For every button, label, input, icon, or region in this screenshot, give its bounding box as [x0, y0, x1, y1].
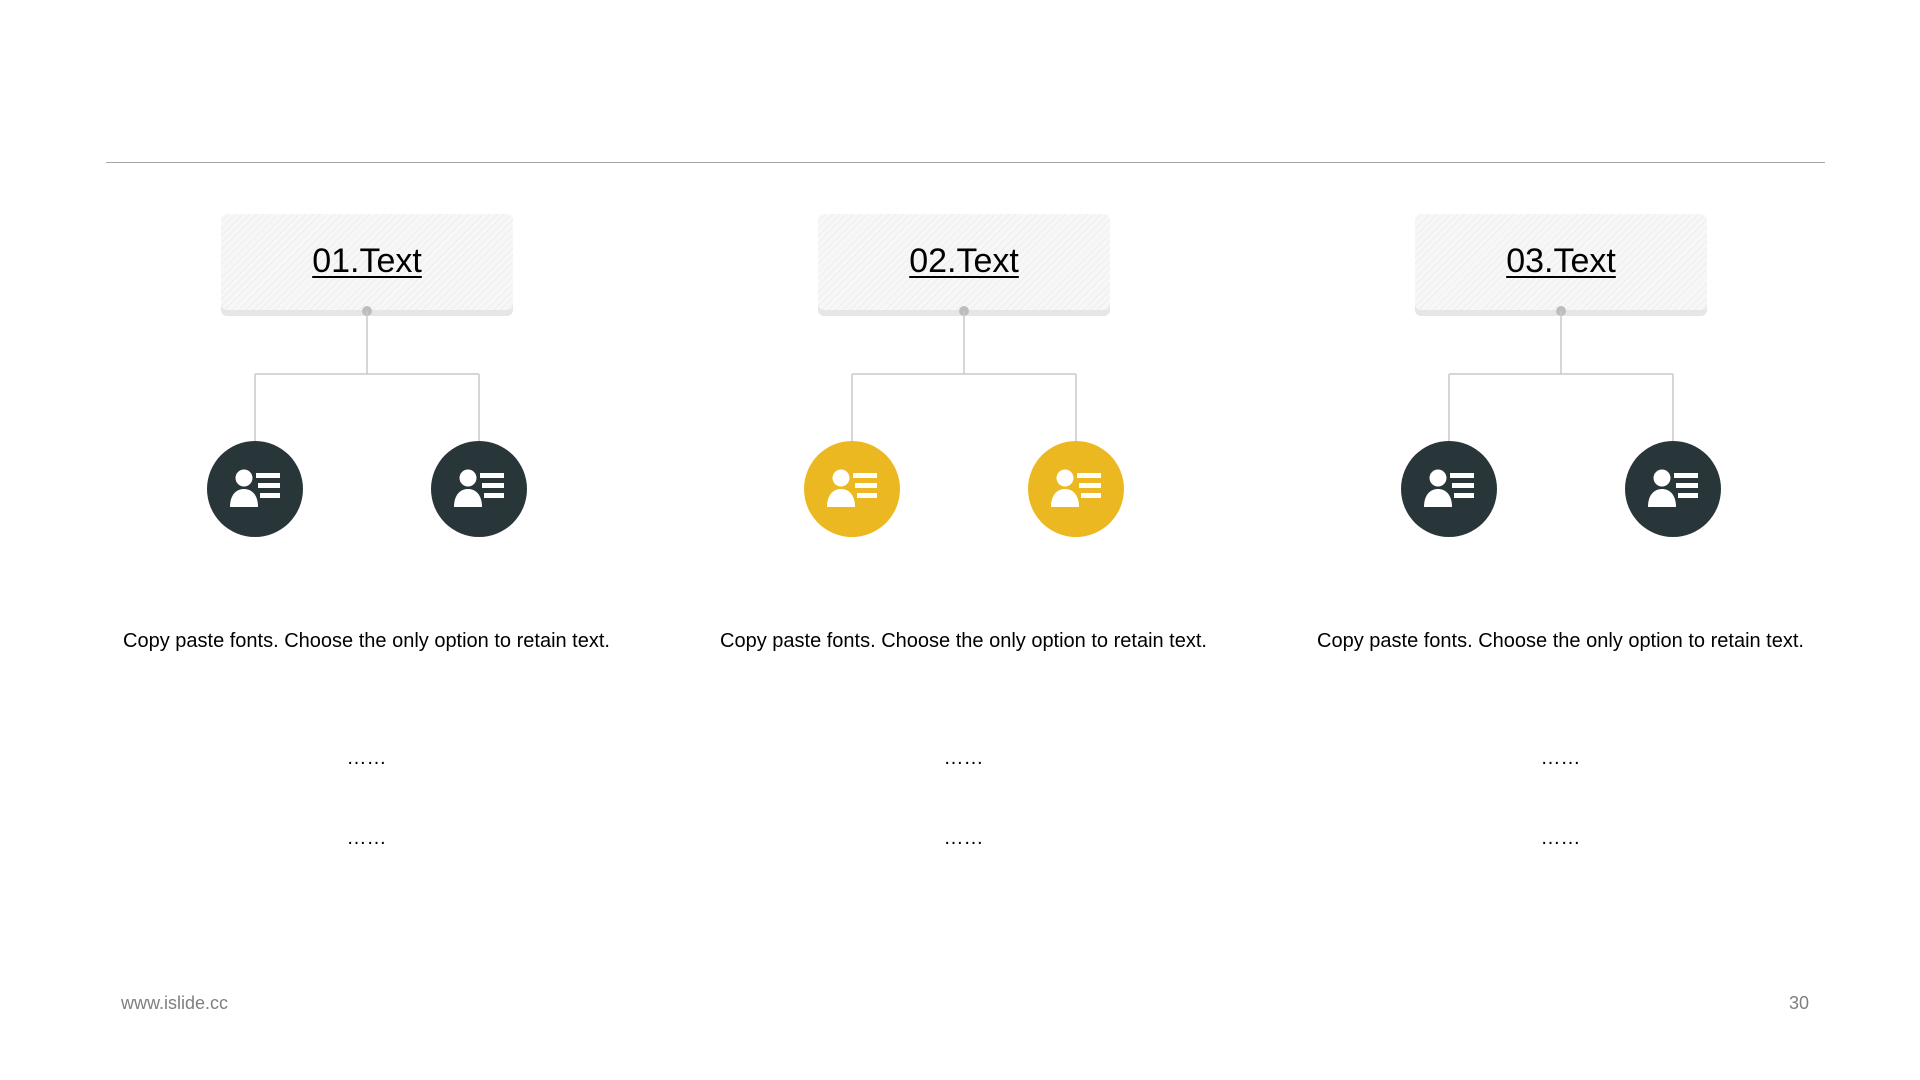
ellipsis-line: ……: [943, 747, 984, 769]
column-title: 01.Text: [312, 242, 422, 280]
ellipsis-line: ……: [346, 827, 387, 849]
footer-website: www.islide.cc: [121, 993, 229, 1013]
title-card: 03.Text: [1415, 214, 1707, 310]
ellipsis-line: ……: [1540, 747, 1581, 769]
column-description: Copy paste fonts. Choose the only option…: [1317, 630, 1804, 652]
contact-card-icon: [1401, 441, 1497, 537]
page-number: 30: [1788, 993, 1809, 1013]
contact-card-icon: [431, 441, 527, 537]
title-card: 01.Text: [221, 214, 513, 310]
column-1: 01.Text Copy paste fonts. Choose the onl…: [68, 0, 665, 1080]
contact-card-icon: [804, 441, 900, 537]
title-card: 02.Text: [818, 214, 1110, 310]
ellipsis-line: ……: [1540, 827, 1581, 849]
column-2: 02.Text Copy paste fonts. Choose the onl…: [665, 0, 1262, 1080]
column-title: 03.Text: [1506, 242, 1616, 280]
column-3: 03.Text Copy paste fonts. Choose the onl…: [1262, 0, 1859, 1080]
contact-card-icon: [207, 441, 303, 537]
contact-card-icon: [1028, 441, 1124, 537]
column-description: Copy paste fonts. Choose the only option…: [123, 630, 610, 652]
tree-connector: [851, 306, 1077, 441]
slide: 01.Text Copy paste fonts. Choose the onl…: [0, 0, 1920, 1080]
contact-card-icon: [1625, 441, 1721, 537]
column-description: Copy paste fonts. Choose the only option…: [720, 630, 1207, 652]
tree-connector: [1448, 306, 1674, 441]
tree-connector: [254, 306, 480, 441]
ellipsis-line: ……: [346, 747, 387, 769]
column-title: 02.Text: [909, 242, 1019, 280]
ellipsis-line: ……: [943, 827, 984, 849]
